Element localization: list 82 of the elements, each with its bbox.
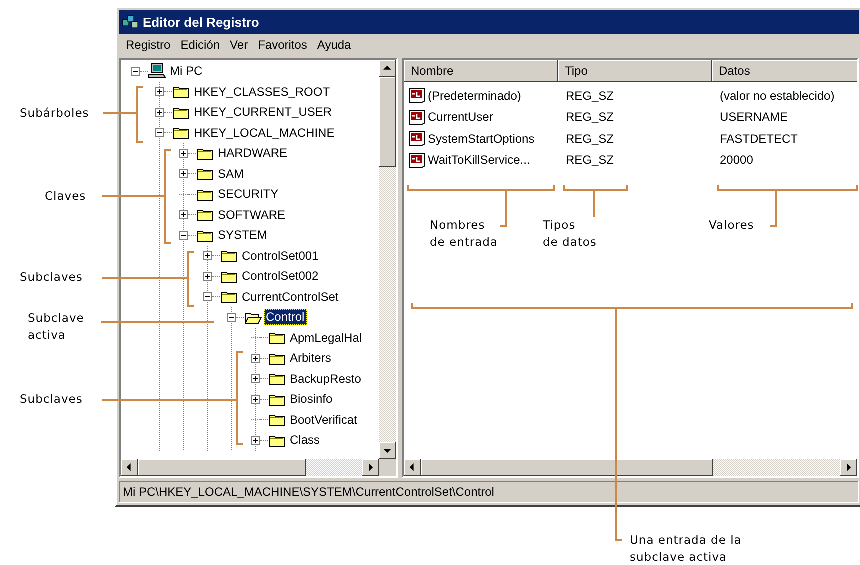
scrollbar-thumb[interactable] <box>421 459 713 476</box>
menu-item[interactable]: Favoritos <box>253 38 312 52</box>
window-title: Editor del Registro <box>143 14 260 30</box>
collapse-icon[interactable] <box>179 230 188 240</box>
tree-item[interactable]: SECURITY <box>216 186 281 202</box>
string-value-icon <box>408 152 426 169</box>
tree-item[interactable]: Mi PC <box>168 63 205 80</box>
tree-item[interactable]: SOFTWARE <box>216 206 288 223</box>
expand-icon[interactable] <box>251 354 260 363</box>
expand-icon[interactable] <box>179 169 188 178</box>
expand-icon[interactable] <box>179 210 188 220</box>
collapse-icon[interactable] <box>131 66 140 76</box>
tree-item[interactable]: SYSTEM <box>216 227 270 244</box>
scroll-down-button[interactable] <box>379 442 396 459</box>
table-cell-text: REG_SZ <box>565 110 616 124</box>
scroll-left-button[interactable] <box>404 459 421 476</box>
menu-item[interactable]: Ver <box>225 38 254 52</box>
folder-icon <box>172 125 190 140</box>
column-header[interactable]: Nombre <box>404 60 558 82</box>
table-cell: CurrentUser <box>428 110 494 124</box>
folder-icon <box>220 248 238 264</box>
registry-icon <box>122 14 140 30</box>
menu-item[interactable]: Registro <box>121 38 176 52</box>
folder-icon <box>196 166 214 182</box>
string-value-icon <box>408 87 426 104</box>
folder-icon <box>220 289 238 304</box>
tree-item[interactable]: ControlSet001 <box>240 248 321 264</box>
leader-line <box>103 86 143 143</box>
expand-icon[interactable] <box>155 87 164 96</box>
scroll-right-button[interactable] <box>840 459 857 476</box>
table-cell-text: (valor no establecido) <box>719 88 836 103</box>
string-value-icon <box>408 130 426 148</box>
scroll-left-button[interactable] <box>121 459 138 476</box>
string-value-icon <box>408 108 426 126</box>
expand-icon[interactable] <box>179 148 188 158</box>
folder-icon <box>268 371 286 386</box>
status-bar: Mi PC\HKEY_LOCAL_MACHINE\SYSTEM\CurrentControlSet\Control <box>119 481 859 503</box>
tree-item[interactable]: BootVerificat <box>288 412 360 428</box>
scroll-up-button[interactable] <box>379 60 396 77</box>
table-cell: (Predeterminado) <box>428 88 522 103</box>
expand-icon[interactable] <box>203 251 212 260</box>
tree-item[interactable]: HARDWARE <box>216 145 290 162</box>
table-cell-text: 20000 <box>719 153 754 168</box>
tree-item[interactable]: ControlSet002 <box>240 268 321 284</box>
scrollbar-thumb[interactable] <box>138 459 306 476</box>
folder-icon <box>268 412 286 428</box>
expand-icon[interactable] <box>251 436 260 445</box>
table-cell: SystemStartOptions <box>428 132 535 146</box>
expand-icon[interactable] <box>155 108 164 117</box>
table-cell-text: REG_SZ <box>565 88 616 103</box>
table-cell-text: REG_SZ <box>565 153 616 168</box>
tree-item[interactable]: BackupResto <box>288 370 364 387</box>
folder-icon <box>172 84 190 100</box>
tree-item[interactable]: Arbiters <box>288 350 334 366</box>
tree-item[interactable]: HKEY_CLASSES_ROOT <box>192 84 332 100</box>
tree-item[interactable]: Control <box>264 309 307 326</box>
table-cell-text: USERNAME <box>719 110 790 124</box>
tree-item[interactable]: SAM <box>216 166 246 182</box>
collapse-icon[interactable] <box>203 292 212 302</box>
table-cell: WaitToKillService... <box>428 153 530 168</box>
column-header[interactable]: Tipo <box>558 60 712 82</box>
collapse-icon[interactable] <box>155 128 164 138</box>
folder-icon <box>268 330 286 346</box>
tree-item[interactable]: CurrentControlSet <box>240 288 341 305</box>
menu-item[interactable]: Edición <box>176 38 226 52</box>
tree-item[interactable]: HKEY_CURRENT_USER <box>192 104 334 120</box>
expand-icon[interactable] <box>203 272 212 281</box>
expand-icon[interactable] <box>251 394 260 404</box>
scroll-right-button[interactable] <box>362 459 379 476</box>
folder-icon <box>196 207 214 222</box>
table-cell-text: FASTDETECT <box>719 132 800 146</box>
column-header[interactable]: Datos <box>712 60 857 82</box>
scrollbar-thumb[interactable] <box>379 77 396 167</box>
tree-item[interactable]: ApmLegalHal <box>288 330 364 346</box>
menu-item[interactable]: Ayuda <box>312 38 356 52</box>
tree-item[interactable]: Biosinfo <box>288 391 335 408</box>
tree-item[interactable]: HKEY_LOCAL_MACHINE <box>192 124 337 141</box>
expand-icon[interactable] <box>251 374 260 384</box>
collapse-icon[interactable] <box>227 312 236 322</box>
computer-icon <box>148 63 166 80</box>
tree-item[interactable]: Class <box>288 432 322 448</box>
table-cell-text: REG_SZ <box>565 132 616 146</box>
